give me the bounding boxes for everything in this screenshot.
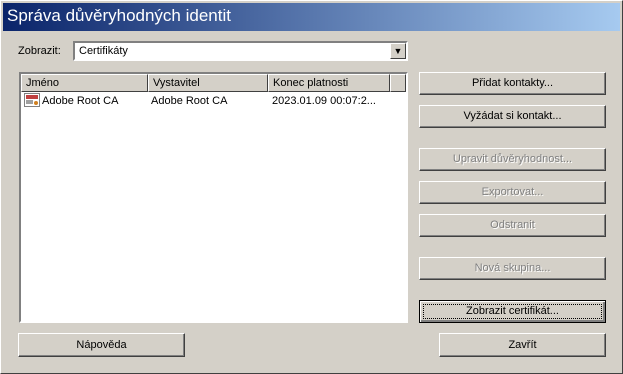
column-header-name[interactable]: Jméno bbox=[21, 74, 148, 92]
column-header-expires[interactable]: Konec platnosti bbox=[268, 74, 390, 92]
row-issuer-cell: Adobe Root CA bbox=[151, 95, 228, 107]
focus-rectangle bbox=[423, 304, 602, 319]
window-title: Správa důvěryhodných identit bbox=[7, 6, 231, 25]
remove-button[interactable]: Odstranit bbox=[419, 214, 606, 237]
show-certificate-button[interactable]: Zobrazit certifikát... bbox=[419, 300, 606, 323]
request-contact-button[interactable]: Vyžádat si kontakt... bbox=[419, 105, 606, 128]
row-name-cell: Adobe Root CA bbox=[42, 95, 119, 107]
chevron-down-icon[interactable]: ▼ bbox=[390, 43, 406, 59]
add-contacts-button[interactable]: Přidat kontakty... bbox=[419, 72, 606, 95]
edit-trust-button[interactable]: Upravit důvěryhodnost... bbox=[419, 148, 606, 171]
filter-selected-value: Certifikáty bbox=[79, 45, 128, 57]
new-group-button[interactable]: Nová skupina... bbox=[419, 257, 606, 280]
close-button[interactable]: Zavřít bbox=[439, 333, 606, 357]
column-header-issuer[interactable]: Vystavitel bbox=[148, 74, 268, 92]
filter-dropdown[interactable]: Certifikáty ▼ bbox=[73, 41, 408, 61]
export-button[interactable]: Exportovat... bbox=[419, 181, 606, 204]
row-expires-cell: 2023.01.09 00:07:2... bbox=[272, 95, 376, 107]
help-button[interactable]: Nápověda bbox=[18, 333, 185, 357]
filter-label: Zobrazit: bbox=[18, 45, 61, 57]
title-bar[interactable]: Správa důvěryhodných identit bbox=[3, 3, 620, 31]
column-header-filler bbox=[390, 74, 406, 92]
identities-list[interactable]: Jméno Vystavitel Konec platnosti Adobe R… bbox=[19, 72, 408, 323]
trusted-identities-dialog: Správa důvěryhodných identit Zobrazit: C… bbox=[0, 0, 623, 374]
certificate-icon bbox=[24, 93, 40, 110]
